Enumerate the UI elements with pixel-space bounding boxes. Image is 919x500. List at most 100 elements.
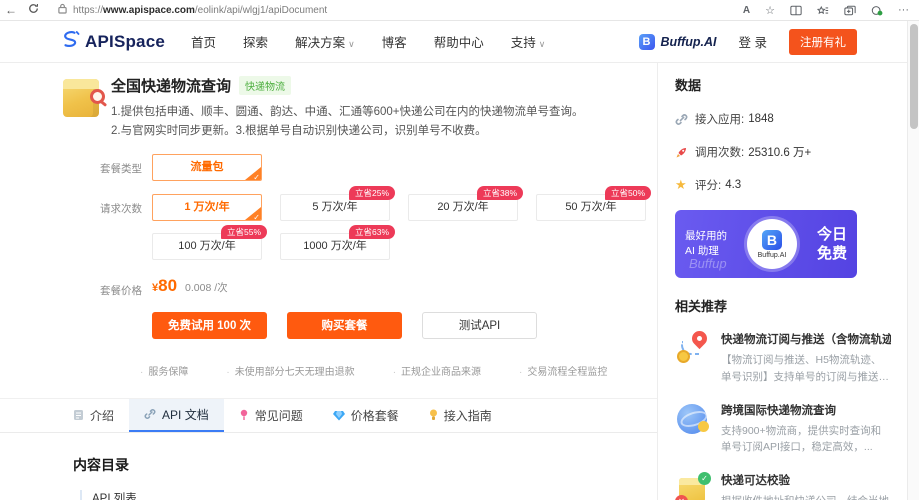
document-icon [73, 409, 84, 421]
browser-toolbar: ← https://www.apispace.com/eolink/api/wl… [0, 0, 919, 21]
box-check-icon: ✓ ✕ [675, 472, 711, 500]
apispace-logo[interactable]: APISpace [60, 30, 165, 53]
back-icon[interactable]: ← [0, 3, 22, 17]
quota-option-20w[interactable]: 20 万次/年 立省38% [408, 185, 523, 221]
rocket-icon [675, 146, 695, 159]
page: ← https://www.apispace.com/eolink/api/wl… [0, 0, 919, 500]
request-count-label: 请求次数 [100, 202, 142, 215]
data-heading: 数据 [675, 78, 702, 93]
buy-package-button[interactable]: 购买套餐 [287, 311, 402, 339]
buffup-link[interactable]: B Buffup.AI [638, 33, 717, 50]
nav-item-help-center[interactable]: 帮助中心 [434, 32, 484, 51]
product-description: 1.提供包括申通、顺丰、圆通、韵达、中通、汇通等600+快递公司在内的快递物流单… [111, 106, 584, 137]
test-api-button[interactable]: 测试API [422, 311, 537, 339]
tab-faq[interactable]: 常见问题 [224, 399, 318, 432]
site-permissions-icon[interactable] [58, 1, 67, 19]
scrollbar-thumb[interactable] [910, 24, 918, 129]
dot-icon: · [140, 366, 144, 378]
discount-badge: 立省38% [476, 185, 523, 201]
discount-badge: 立省63% [348, 224, 395, 240]
page-scrollbar[interactable] [907, 21, 919, 500]
apispace-logo-icon [60, 30, 80, 53]
discount-badge: 立省55% [220, 224, 267, 240]
quota-option-50w[interactable]: 50 万次/年 立省50% [536, 185, 651, 221]
stat-connected-apps: 接入应用: 1848 [675, 111, 893, 127]
related-heading: 相关推荐 [675, 299, 728, 314]
guarantee-item: · 交易流程全程监控 [519, 366, 608, 378]
apispace-logo-text: APISpace [85, 31, 166, 51]
link-icon [144, 408, 156, 420]
favorites-bar-icon[interactable] [817, 5, 829, 16]
category-tag[interactable]: 快递物流 [239, 76, 292, 95]
nav-item-explore[interactable]: 探索 [243, 32, 268, 51]
url-domain: www.apispace.com [103, 4, 195, 16]
right-sidebar: 数据 接入应用: 1848 调用次数: 25310.6 万+ ★ 评分: 4.3… [658, 63, 907, 500]
toc-heading: 内容目录 [73, 456, 129, 473]
lightbulb-icon [429, 409, 438, 421]
login-link[interactable]: 登 录 [739, 32, 767, 51]
related-item-reachability[interactable]: ✓ ✕ 快递可达校验 根据收件地址和快递公司，结合当地疫情管控校验地址能否派送，… [675, 472, 893, 500]
nav-item-support[interactable]: 支持 ∨ [511, 32, 546, 51]
refresh-icon[interactable] [22, 3, 44, 17]
package-type-label: 套餐类型 [100, 162, 142, 175]
buffup-label: Buffup.AI [660, 34, 717, 49]
price-label: 套餐价格 [100, 284, 142, 297]
free-trial-button[interactable]: 免费试用 100 次 [152, 311, 267, 339]
dot-icon: · [519, 366, 523, 378]
api-list-title[interactable]: API 列表 [92, 490, 657, 500]
cross-icon: ✕ [675, 495, 688, 500]
guarantee-bar: · 服务保障 · 未使用部分七天无理由退款 · 正规企业商品来源 · 交易流程全程监控 [140, 363, 657, 378]
tab-intro[interactable]: 介绍 [58, 399, 129, 432]
related-item-international[interactable]: 跨境国际快递物流查询 支持900+物流商，提供实时查询和单号订阅API接口，稳定… [675, 402, 893, 457]
nav-item-solutions[interactable]: 解决方案 ∨ [295, 32, 355, 51]
quota-option-5w[interactable]: 5 万次/年 立省25% [280, 185, 395, 221]
main-nav: 首页 探索 解决方案 ∨ 博客 帮助中心 支持 ∨ [191, 32, 545, 51]
package-type-option[interactable]: 流量包 ✓ [152, 153, 262, 181]
guarantee-item: · 服务保障 [140, 366, 189, 378]
read-aloud-icon[interactable]: A [743, 5, 750, 16]
settings-more-icon[interactable]: ··· [898, 4, 909, 16]
quota-option-1w[interactable]: 1 万次/年 ✓ [152, 193, 262, 221]
buffup-ad-banner[interactable]: 最好用的 AI 助理 Buffup B Buffup.AI 今日 免费 [675, 210, 857, 278]
nav-item-home[interactable]: 首页 [191, 32, 216, 51]
nav-item-blog[interactable]: 博客 [382, 32, 407, 51]
chevron-down-icon: ∨ [348, 39, 355, 49]
favorite-star-icon[interactable]: ☆ [765, 4, 775, 17]
star-icon: ★ [675, 177, 687, 192]
dot-icon: · [392, 366, 397, 378]
link-icon [675, 113, 695, 126]
site-header: APISpace 首页 探索 解决方案 ∨ 博客 帮助中心 支持 ∨ B Buffu… [0, 21, 919, 63]
tab-api-doc[interactable]: API 文档 [129, 398, 224, 432]
magnifier-icon [90, 89, 105, 104]
price-per-call: 0.008 /次 [185, 281, 228, 294]
buffup-logo-icon: B [638, 33, 655, 50]
detail-tabbar: 介绍 API 文档 常见问题 价格套餐 接入指南 [0, 397, 657, 433]
stat-value: 25310.6 万+ [748, 147, 812, 159]
banner-script-decoration: Buffup [689, 255, 727, 271]
guarantee-item: · 正规企业商品来源 [392, 366, 482, 378]
product-main: 全国快递物流查询 快递物流 1.提供包括申通、顺丰、圆通、韵达、中通、汇通等60… [0, 63, 658, 500]
route-pin-icon [675, 327, 711, 367]
tab-pricing[interactable]: 价格套餐 [318, 399, 414, 432]
price-value: 80 [158, 275, 178, 295]
banner-left-text: 最好用的 AI 助理 Buffup [685, 229, 727, 271]
check-icon: ✓ [253, 212, 260, 221]
chevron-down-icon: ∨ [538, 39, 546, 49]
extension-icon[interactable] [871, 5, 883, 16]
tab-guide[interactable]: 接入指南 [414, 399, 507, 432]
quota-option-100w[interactable]: 100 万次/年 立省55% [152, 224, 267, 260]
api-list: API 列表 POST 实时快递查询 POST 快递批量实时查询 POST 智能… [80, 489, 657, 500]
split-screen-icon[interactable] [790, 5, 802, 16]
url-scheme: https:// [73, 4, 104, 16]
address-bar[interactable]: https://www.apispace.com/eolink/api/wlgj… [73, 5, 327, 16]
product-icon [63, 75, 105, 121]
stat-call-count: 调用次数: 25310.6 万+ [675, 144, 893, 160]
guarantee-item: · 未使用部分七天无理由退款 [226, 366, 355, 378]
discount-badge: 立省50% [604, 185, 651, 201]
dot-icon: · [226, 366, 230, 378]
related-item-subscribe[interactable]: 快递物流订阅与推送（含物流轨迹） 【物流订阅与推送、H5物流轨迹、单号识别】支持… [675, 327, 893, 386]
quota-option-1000w[interactable]: 1000 万次/年 立省63% [280, 224, 395, 260]
register-button[interactable]: 注册有礼 [789, 28, 857, 55]
collections-icon[interactable] [844, 5, 856, 16]
banner-right-text: 今日 免费 [816, 225, 847, 263]
